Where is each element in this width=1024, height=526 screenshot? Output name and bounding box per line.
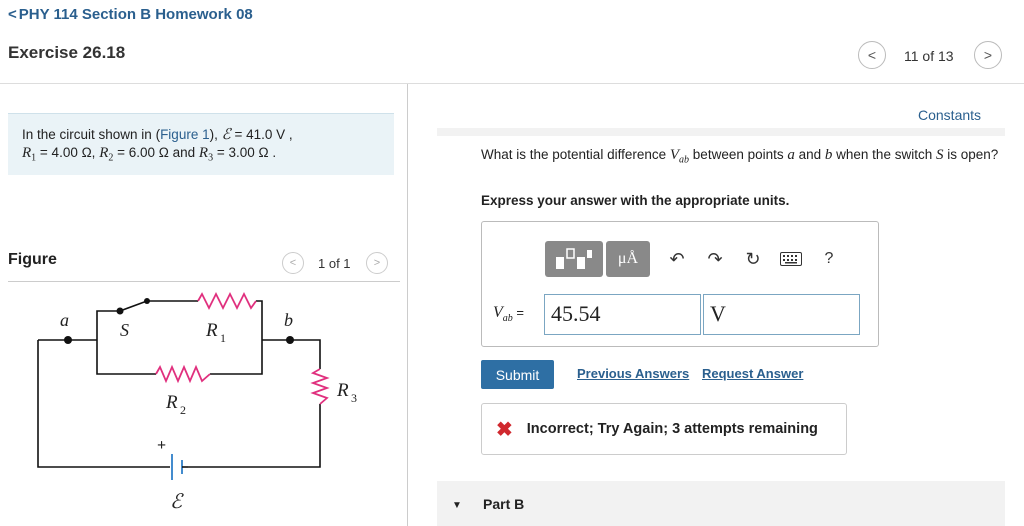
- r3-symbol: R: [198, 145, 209, 161]
- wire-right-top: [290, 339, 321, 369]
- templates-button[interactable]: [545, 241, 603, 277]
- vab-subscript: ab: [679, 154, 690, 166]
- part-a-header-strip: [437, 128, 1005, 136]
- node-a-label: a: [60, 310, 69, 330]
- header-divider: [0, 83, 1024, 84]
- previous-answers-link[interactable]: Previous Answers: [577, 366, 689, 381]
- expand-arrow-icon[interactable]: ▼: [452, 500, 462, 511]
- chevron-left-icon: <: [867, 47, 877, 63]
- chevron-right-icon: >: [373, 257, 381, 269]
- panel-divider: [407, 84, 408, 526]
- next-exercise-button[interactable]: >: [974, 41, 1002, 69]
- r2-label: R: [165, 392, 178, 413]
- course-title: PHY 114 Section B Homework 08: [18, 6, 253, 23]
- node-b-label: b: [284, 310, 293, 330]
- vab-symbol: V: [669, 147, 680, 163]
- request-answer-link[interactable]: Request Answer: [702, 366, 803, 381]
- problem-intro-text: In the circuit shown in (: [22, 127, 161, 142]
- problem-statement: In the circuit shown in (Figure 1), ℰ = …: [8, 113, 394, 175]
- switch-contact: [144, 298, 150, 304]
- answer-unit-input[interactable]: V: [703, 294, 860, 335]
- emf-symbol: ℰ: [221, 127, 231, 143]
- chevron-left-icon: <: [8, 6, 17, 23]
- question-text: What is the potential difference Vab bet…: [481, 146, 1006, 170]
- emf-value: = 41.0 V ,: [230, 127, 293, 142]
- constants-link[interactable]: Constants: [918, 107, 981, 123]
- undo-icon: ↶: [669, 248, 685, 269]
- wire-middle-left: [96, 340, 156, 375]
- keyboard-icon: [780, 252, 802, 266]
- question-part: when the switch: [832, 147, 936, 162]
- switch-pivot: [116, 307, 124, 315]
- r1-symbol: R: [22, 145, 32, 161]
- answer-instruction: Express your answer with the appropriate…: [481, 193, 790, 208]
- r1-label: R: [205, 320, 218, 341]
- figure-title: Figure: [8, 251, 57, 268]
- r2-label-subscript: 2: [180, 403, 186, 417]
- next-figure-button[interactable]: >: [366, 252, 388, 274]
- question-part: between points: [689, 147, 788, 162]
- answer-value-input[interactable]: 45.54: [544, 294, 701, 335]
- question-part: is open?: [943, 147, 999, 162]
- battery-plus-label: +: [157, 437, 166, 454]
- part-b-label[interactable]: Part B: [483, 496, 524, 512]
- help-icon: ?: [824, 250, 834, 267]
- reset-icon: ↻: [745, 248, 761, 269]
- submit-button[interactable]: Submit: [481, 360, 554, 389]
- back-to-assignment-link[interactable]: < PHY 114 Section B Homework 08: [8, 6, 253, 23]
- help-button[interactable]: ?: [810, 241, 848, 277]
- node-a: [64, 336, 72, 344]
- figure-divider: [8, 281, 400, 282]
- keyboard-button[interactable]: [772, 241, 810, 277]
- answer-label: Vab =: [493, 304, 524, 324]
- resistor-r2: [155, 364, 211, 384]
- previous-figure-button[interactable]: <: [282, 252, 304, 274]
- r2-value: = 6.00 Ω and: [113, 145, 199, 160]
- answer-label-subscript: ab: [502, 313, 513, 324]
- answer-label-symbol: V: [493, 304, 503, 321]
- figure-counter: 1 of 1: [318, 256, 351, 271]
- units-button[interactable]: μÅ: [606, 241, 650, 277]
- undo-button[interactable]: ↶: [658, 241, 696, 277]
- reset-button[interactable]: ↻: [734, 241, 772, 277]
- switch-label: S: [120, 320, 129, 340]
- resistor-r3: [310, 368, 330, 405]
- chevron-left-icon: <: [289, 257, 297, 269]
- feedback-message: ✖ Incorrect; Try Again; 3 attempts remai…: [481, 403, 847, 455]
- redo-icon: ↷: [707, 248, 723, 269]
- wire-left-bottom: [37, 340, 170, 468]
- previous-exercise-button[interactable]: <: [858, 41, 886, 69]
- math-toolbar: μÅ ↶ ↷ ↻ ?: [545, 240, 848, 278]
- emf-label: ℰ: [170, 491, 184, 513]
- exercise-counter: 11 of 13: [904, 48, 954, 64]
- r1-label-subscript: 1: [220, 331, 226, 345]
- r3-label-subscript: 3: [351, 391, 357, 405]
- r3-label: R: [336, 380, 349, 401]
- node-b: [286, 336, 294, 344]
- wire-upper-left: [96, 310, 120, 340]
- switch-blade: [119, 300, 148, 312]
- r2-symbol: R: [99, 145, 109, 161]
- feedback-text: Incorrect; Try Again; 3 attempts remaini…: [526, 421, 818, 437]
- circuit-diagram: a b S R 1 R 2 R 3 ℰ +: [37, 291, 357, 513]
- redo-button[interactable]: ↷: [696, 241, 734, 277]
- point-a-symbol: a: [787, 147, 795, 163]
- r3-value: = 3.00 Ω .: [213, 145, 277, 160]
- question-part: and: [794, 147, 825, 162]
- templates-icon: [556, 248, 592, 269]
- question-part: What is the potential difference: [481, 147, 670, 162]
- wire-middle-right: [210, 340, 263, 375]
- resistor-r1: [197, 291, 257, 311]
- incorrect-icon: ✖: [496, 418, 513, 441]
- problem-text: ),: [209, 127, 222, 142]
- answer-equals: =: [512, 305, 524, 320]
- exercise-title: Exercise 26.18: [8, 43, 126, 62]
- figure-link[interactable]: Figure 1: [160, 127, 210, 142]
- wire-r1-right: [256, 300, 263, 340]
- chevron-right-icon: >: [983, 47, 993, 63]
- wire-bottom-right: [188, 404, 321, 468]
- r1-value: = 4.00 Ω,: [36, 145, 100, 160]
